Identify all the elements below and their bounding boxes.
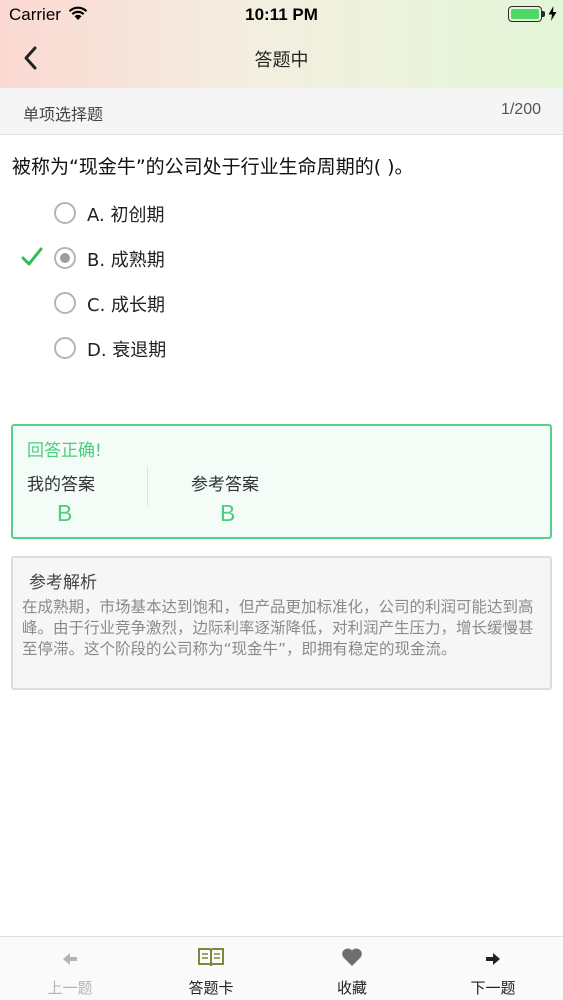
divider — [147, 466, 148, 506]
status-bar: Carrier 10:11 PM — [0, 0, 563, 30]
battery-tip — [542, 11, 545, 17]
checkmark-icon — [20, 245, 44, 273]
my-answer-label: 我的答案 — [27, 475, 95, 495]
battery-icon — [508, 6, 542, 22]
option-label: B. 成熟期 — [87, 250, 165, 271]
tab-label: 答题卡 — [188, 979, 234, 997]
heart-icon — [282, 947, 422, 969]
option-label: A. 初创期 — [87, 205, 165, 226]
tab-label: 上一题 — [47, 979, 93, 997]
favorite-button[interactable]: 收藏 — [282, 937, 422, 1000]
clock: 10:11 PM — [245, 5, 318, 24]
next-question-button[interactable]: 下一题 — [423, 937, 563, 1000]
option-d[interactable]: D. 衰退期 — [0, 328, 563, 368]
radio-button[interactable] — [54, 202, 76, 224]
option-a[interactable]: A. 初创期 — [0, 193, 563, 233]
prev-question-button[interactable]: 上一题 — [0, 937, 140, 1000]
radio-button[interactable] — [54, 337, 76, 359]
question-type: 单项选择题 — [23, 105, 104, 124]
analysis-title: 参考解析 — [29, 573, 97, 593]
option-c[interactable]: C. 成长期 — [0, 283, 563, 323]
option-b[interactable]: B. 成熟期 — [0, 238, 563, 278]
reference-answer-label: 参考答案 — [191, 475, 259, 495]
question-progress: 1/200 — [500, 101, 541, 118]
arrow-right-icon — [423, 947, 563, 969]
radio-button[interactable] — [54, 292, 76, 314]
answer-card-button[interactable]: 答题卡 — [141, 937, 281, 1000]
answer-result-panel: 回答正确! 我的答案 参考答案 B B — [11, 424, 552, 539]
bottom-tab-bar: 上一题 答题卡 收藏 下一题 — [0, 936, 563, 1000]
arrow-left-icon — [0, 947, 140, 969]
analysis-text: 在成熟期，市场基本达到饱和，但产品更加标准化，公司的利润可能达到高峰。由于行业竞… — [22, 598, 534, 658]
radio-button[interactable] — [54, 247, 76, 269]
analysis-panel: 参考解析 在成熟期，市场基本达到饱和，但产品更加标准化，公司的利润可能达到高峰。… — [11, 556, 552, 690]
option-label: D. 衰退期 — [87, 340, 167, 361]
tab-label: 收藏 — [336, 979, 367, 997]
question-text: 被称为“现金牛”的公司处于行业生命周期的( )。 — [12, 156, 414, 178]
reference-answer-value: B — [220, 500, 236, 526]
question-info-bar: 单项选择题 1/200 — [0, 88, 563, 135]
charging-icon — [548, 6, 557, 25]
book-icon — [141, 947, 281, 969]
option-label: C. 成长期 — [87, 295, 166, 316]
tab-label: 下一题 — [470, 979, 516, 997]
page-title: 答题中 — [254, 50, 309, 71]
result-message: 回答正确! — [27, 441, 102, 461]
my-answer-value: B — [57, 500, 73, 526]
